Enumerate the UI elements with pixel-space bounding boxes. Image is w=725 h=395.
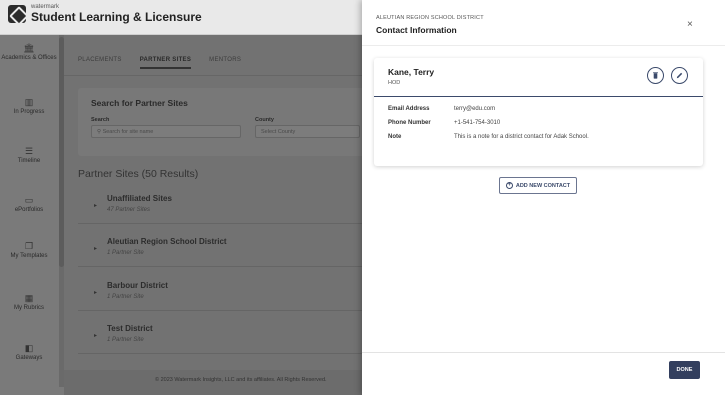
contact-card: Kane, Terry HOD Email Address terry@edu.… bbox=[374, 58, 703, 166]
sidebar-item-academics[interactable]: 🏛 Academics & Offices bbox=[0, 43, 58, 62]
county-label: County bbox=[255, 117, 274, 123]
contact-name: Kane, Terry bbox=[388, 67, 435, 77]
results-title: Partner Sites (50 Results) bbox=[78, 168, 199, 180]
search-title: Search for Partner Sites bbox=[91, 98, 188, 108]
sidebar: 🏛 Academics & Offices ▥ In Progress ☰ Ti… bbox=[0, 35, 64, 395]
sidebar-item-label: ePortfolios bbox=[14, 207, 44, 213]
chart-icon: ▥ bbox=[24, 97, 34, 107]
portfolio-icon: ▭ bbox=[24, 195, 34, 205]
chevron-right-icon[interactable]: ▸ bbox=[94, 289, 97, 296]
site-name: Aleutian Region School District bbox=[107, 237, 227, 246]
sidebar-item-label: Academics & Offices bbox=[1, 55, 57, 61]
drawer-district: ALEUTIAN REGION SCHOOL DISTRICT bbox=[376, 15, 484, 21]
tab-bar: PLACEMENTS PARTNER SITES MENTORS bbox=[78, 57, 241, 69]
sidebar-item-timeline[interactable]: ☰ Timeline bbox=[0, 146, 58, 165]
list-item[interactable]: ▸ Test District 1 Partner Site bbox=[78, 318, 378, 354]
chevron-right-icon[interactable]: ▸ bbox=[94, 245, 97, 252]
sidebar-item-in-progress[interactable]: ▥ In Progress bbox=[0, 97, 58, 116]
site-name: Test District bbox=[107, 324, 153, 333]
site-name: Unaffiliated Sites bbox=[107, 194, 172, 203]
drawer-header: ALEUTIAN REGION SCHOOL DISTRICT Contact … bbox=[362, 0, 725, 46]
app-title: Student Learning & Licensure bbox=[31, 10, 202, 24]
list-item[interactable]: ▸ Unaffiliated Sites 47 Partner Sites bbox=[78, 188, 378, 224]
template-icon: ❐ bbox=[24, 241, 34, 251]
timeline-icon: ☰ bbox=[24, 146, 34, 156]
note-label: Note bbox=[388, 134, 402, 140]
sidebar-item-label: Timeline bbox=[17, 158, 41, 164]
contact-role: HOD bbox=[388, 80, 401, 86]
list-item[interactable]: ▸ Barbour District 1 Partner Site bbox=[78, 275, 378, 311]
drawer-footer: DONE bbox=[362, 352, 725, 395]
add-new-contact-button[interactable]: + ADD NEW CONTACT bbox=[499, 177, 577, 194]
done-button[interactable]: DONE bbox=[669, 361, 700, 379]
site-name: Barbour District bbox=[107, 281, 168, 290]
sidebar-item-gateways[interactable]: ◧ Gateways bbox=[0, 343, 58, 362]
page-footer: © 2023 Watermark Insights, LLC and its a… bbox=[64, 370, 362, 395]
plus-circle-icon: + bbox=[505, 182, 513, 189]
phone-value: +1-541-754-3010 bbox=[454, 120, 501, 126]
close-icon[interactable]: × bbox=[687, 19, 693, 30]
chevron-right-icon[interactable]: ▸ bbox=[94, 202, 97, 209]
sidebar-item-my-templates[interactable]: ❐ My Templates bbox=[0, 241, 58, 260]
list-item[interactable]: ▸ Aleutian Region School District 1 Part… bbox=[78, 231, 378, 267]
bank-icon: 🏛 bbox=[23, 43, 35, 53]
watermark-logo-icon bbox=[8, 4, 26, 23]
site-count: 1 Partner Site bbox=[107, 250, 144, 256]
tab-divider bbox=[64, 75, 362, 76]
site-count: 1 Partner Site bbox=[107, 337, 144, 343]
sidebar-item-label: In Progress bbox=[13, 109, 45, 115]
trash-icon bbox=[653, 72, 658, 79]
tab-placements[interactable]: PLACEMENTS bbox=[78, 57, 122, 69]
contact-drawer: ALEUTIAN REGION SCHOOL DISTRICT Contact … bbox=[362, 0, 725, 395]
note-value: This is a note for a district contact fo… bbox=[454, 134, 589, 140]
county-placeholder: Select County bbox=[261, 129, 296, 135]
sidebar-item-label: My Rubrics bbox=[13, 305, 44, 311]
edit-contact-button[interactable] bbox=[671, 67, 688, 84]
brand[interactable]: watermark Student Learning & Licensure bbox=[8, 4, 202, 23]
phone-label: Phone Number bbox=[388, 120, 431, 126]
copyright-text: © 2023 Watermark Insights, LLC and its a… bbox=[155, 377, 327, 383]
gateway-icon: ◧ bbox=[24, 343, 34, 353]
drawer-title: Contact Information bbox=[376, 25, 457, 35]
main-content: PLACEMENTS PARTNER SITES MENTORS Search … bbox=[64, 35, 378, 395]
site-count: 1 Partner Site bbox=[107, 294, 144, 300]
search-input[interactable]: ⚲ Search for site name bbox=[91, 125, 241, 138]
site-count: 47 Partner Sites bbox=[107, 207, 151, 213]
chevron-right-icon[interactable]: ▸ bbox=[94, 332, 97, 339]
sidebar-item-my-rubrics[interactable]: ▦ My Rubrics bbox=[0, 293, 58, 312]
email-value: terry@edu.com bbox=[454, 106, 496, 112]
add-new-contact-label: ADD NEW CONTACT bbox=[515, 182, 571, 189]
search-placeholder: Search for site name bbox=[102, 129, 154, 135]
tab-partner-sites[interactable]: PARTNER SITES bbox=[139, 57, 192, 69]
sidebar-item-label: Gateways bbox=[15, 355, 43, 361]
county-select[interactable]: Select County bbox=[255, 125, 360, 138]
sidebar-item-eportfolios[interactable]: ▭ ePortfolios bbox=[0, 195, 58, 214]
pencil-icon bbox=[676, 72, 683, 79]
sidebar-item-label: My Templates bbox=[10, 253, 48, 259]
rubric-icon: ▦ bbox=[24, 293, 34, 303]
search-card: Search for Partner Sites Search ⚲ Search… bbox=[78, 88, 368, 156]
delete-contact-button[interactable] bbox=[647, 67, 664, 84]
tab-mentors[interactable]: MENTORS bbox=[209, 57, 241, 69]
search-label: Search bbox=[91, 117, 110, 123]
contact-card-header: Kane, Terry HOD bbox=[374, 58, 703, 97]
email-label: Email Address bbox=[388, 106, 430, 112]
